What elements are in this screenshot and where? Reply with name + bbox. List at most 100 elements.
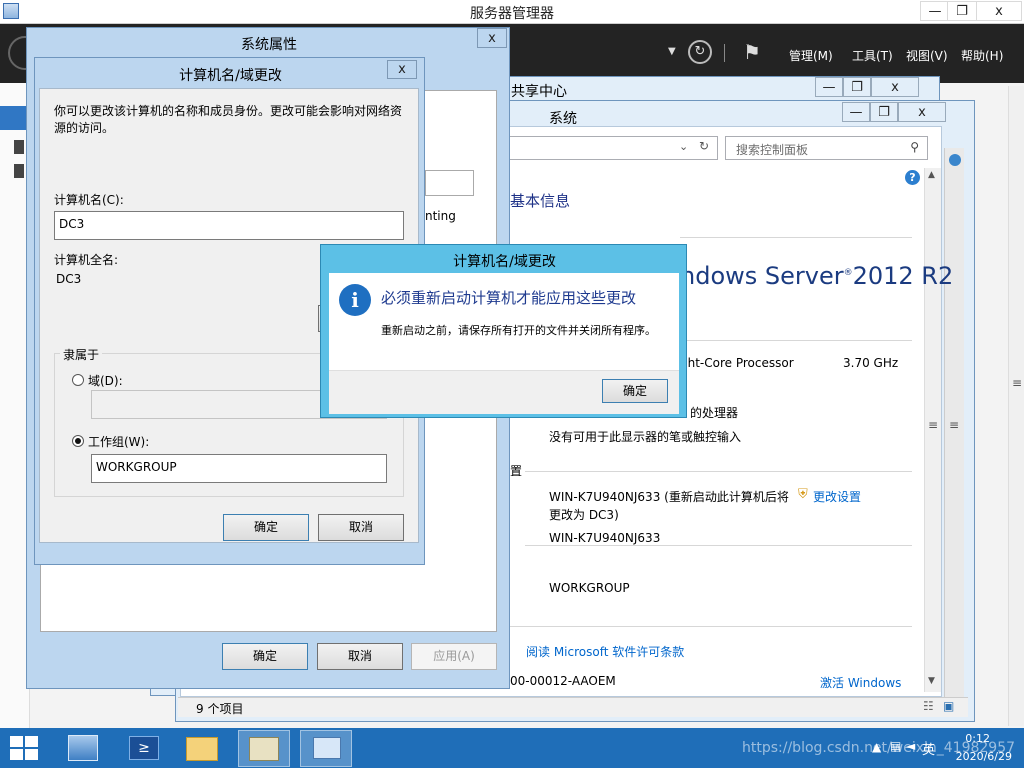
processor-value: ght-Core Processor xyxy=(680,356,794,370)
minimize-button[interactable]: — xyxy=(842,102,870,122)
minimize-button[interactable]: — xyxy=(920,1,950,21)
restore-button[interactable]: ❐ xyxy=(870,102,898,122)
license-terms-link[interactable]: 阅读 Microsoft 软件许可条款 xyxy=(526,643,684,660)
nav-item-all-servers-icon[interactable] xyxy=(14,164,24,178)
full-name-value: DC3 xyxy=(56,272,82,286)
workgroup-input[interactable]: WORKGROUP xyxy=(91,454,387,483)
windows-logo-icon xyxy=(10,736,23,747)
minimize-button[interactable]: — xyxy=(815,77,843,97)
scroll-down-icon[interactable]: ▼ xyxy=(928,676,935,686)
nav-item-dashboard[interactable] xyxy=(0,106,26,130)
address-dropdown-icon[interactable]: ⌄ xyxy=(679,140,688,153)
server-manager-icon xyxy=(68,735,98,761)
start-button[interactable] xyxy=(10,736,38,760)
activate-windows-link[interactable]: 激活 Windows xyxy=(820,674,901,691)
clock-date[interactable]: 2020/6/29 xyxy=(940,750,1012,763)
restart-dialog-title: 计算机名/域更改 xyxy=(453,254,556,270)
network-icon[interactable]: ▤ xyxy=(890,739,901,753)
taskbar-control-panel[interactable] xyxy=(238,730,290,767)
server-manager-titlebar: 服务器管理器 — ❐ x xyxy=(0,0,1024,24)
large-icons-view-icon[interactable]: ▣ xyxy=(943,699,954,713)
computer-name-value: WIN-K7U940NJ633 (重新启动此计算机后将 xyxy=(549,490,789,504)
system-properties-ok-button[interactable]: 确定 xyxy=(222,643,308,670)
item-count: 9 个项目 xyxy=(196,702,244,716)
system-scrollbar[interactable]: ▲ ≡ ▼ xyxy=(924,168,941,692)
domain-radio[interactable] xyxy=(72,374,84,386)
restart-ok-button[interactable]: 确定 xyxy=(602,379,668,403)
windows-logo-icon xyxy=(25,736,38,747)
computer-icon xyxy=(313,737,341,759)
full-computer-name-value: WIN-K7U940NJ633 xyxy=(549,531,661,545)
close-button[interactable]: x xyxy=(477,28,507,48)
server-manager-scrollbar[interactable]: ≡ xyxy=(1008,86,1024,726)
windows-logo-icon xyxy=(10,749,23,760)
workgroup-value: WORKGROUP xyxy=(549,581,630,595)
restore-button[interactable]: ❐ xyxy=(947,1,977,21)
details-view-icon[interactable]: ☷ xyxy=(923,699,934,713)
address-refresh-icon[interactable]: ↻ xyxy=(699,139,709,153)
close-button[interactable]: x xyxy=(976,1,1022,21)
scroll-grip-icon: ≡ xyxy=(1012,376,1023,390)
divider xyxy=(680,237,912,238)
help-icon[interactable]: ? xyxy=(905,170,920,185)
computer-name-dialog-title: 计算机名/域更改 xyxy=(179,68,282,84)
close-button[interactable]: x xyxy=(898,102,946,122)
product-id-value: 00-00012-AAOEM xyxy=(510,674,616,688)
input-method-indicator[interactable]: 英 xyxy=(922,739,935,758)
control-panel-icon xyxy=(249,737,279,761)
taskbar-server-manager[interactable] xyxy=(58,730,110,767)
taskbar-system-properties[interactable] xyxy=(300,730,352,767)
workgroup-radio[interactable] xyxy=(72,435,84,447)
information-icon: i xyxy=(339,284,371,316)
obscured-text: nting xyxy=(425,209,456,223)
status-bar: 9 个项目 ☷ ▣ xyxy=(178,697,968,717)
scroll-grip-icon: ≡ xyxy=(949,418,960,432)
computer-name-cancel-button[interactable]: 取消 xyxy=(318,514,404,541)
full-name-label: 计算机全名: xyxy=(54,253,119,267)
refresh-icon[interactable]: ↻ xyxy=(688,40,712,64)
network-center-scrollbar[interactable]: ≡ xyxy=(944,148,964,708)
pen-touch-value: 没有可用于此显示器的笔或触控输入 xyxy=(549,430,742,444)
workgroup-label: 工作组(W): xyxy=(88,435,150,449)
computer-name-ok-button[interactable]: 确定 xyxy=(223,514,309,541)
restart-main-instruction: 必须重新启动计算机才能应用这些更改 xyxy=(381,289,637,307)
computer-name-input[interactable]: DC3 xyxy=(54,211,404,240)
computer-name-value-cont: 更改为 DC3) xyxy=(549,508,619,522)
description-field[interactable] xyxy=(425,170,474,196)
divider xyxy=(510,626,912,627)
menu-manage[interactable]: 管理(M) xyxy=(789,47,833,64)
section-heading: 基本信息 xyxy=(510,192,571,210)
system-properties-apply-button[interactable]: 应用(A) xyxy=(411,643,497,670)
windows-server-logo: ndows Server®2012 R2 xyxy=(680,262,954,290)
system-type-value: 的处理器 xyxy=(690,406,739,420)
divider xyxy=(525,545,912,546)
notifications-flag-icon[interactable]: ⚑ xyxy=(743,40,761,64)
domain-label: 域(D): xyxy=(88,374,123,388)
close-button[interactable]: x xyxy=(871,77,919,97)
member-of-label: 隶属于 xyxy=(60,346,103,363)
nav-item-local-server-icon[interactable] xyxy=(14,140,24,154)
search-icon[interactable]: ⚲ xyxy=(910,140,919,154)
change-settings-link[interactable]: 更改设置 xyxy=(813,488,861,505)
help-icon[interactable] xyxy=(949,154,961,166)
close-button[interactable]: x xyxy=(387,60,417,79)
network-center-title: 共享中心 xyxy=(511,84,567,100)
scroll-up-icon[interactable]: ▲ xyxy=(928,170,935,180)
menu-view[interactable]: 视图(V) xyxy=(906,47,948,64)
tray-expand-icon[interactable]: ▲ xyxy=(872,740,881,754)
taskbar-powershell[interactable]: ≥ xyxy=(118,730,170,767)
volume-icon[interactable]: ◄ xyxy=(906,739,915,753)
search-control-panel-input[interactable]: 搜索控制面板 ⚲ xyxy=(725,136,928,160)
refresh-dropdown-icon[interactable]: ▼ xyxy=(668,46,676,57)
divider xyxy=(525,471,912,472)
menu-tools[interactable]: 工具(T) xyxy=(852,47,893,64)
system-properties-cancel-button[interactable]: 取消 xyxy=(317,643,403,670)
separator xyxy=(724,44,725,62)
menu-help[interactable]: 帮助(H) xyxy=(961,47,1003,64)
divider xyxy=(680,340,912,341)
taskbar-file-explorer[interactable] xyxy=(176,730,228,767)
scroll-grip-icon: ≡ xyxy=(928,418,939,432)
restore-button[interactable]: ❐ xyxy=(843,77,871,97)
shield-icon: ⛨ xyxy=(798,487,808,502)
clock-time[interactable]: 0:12 xyxy=(940,732,990,745)
